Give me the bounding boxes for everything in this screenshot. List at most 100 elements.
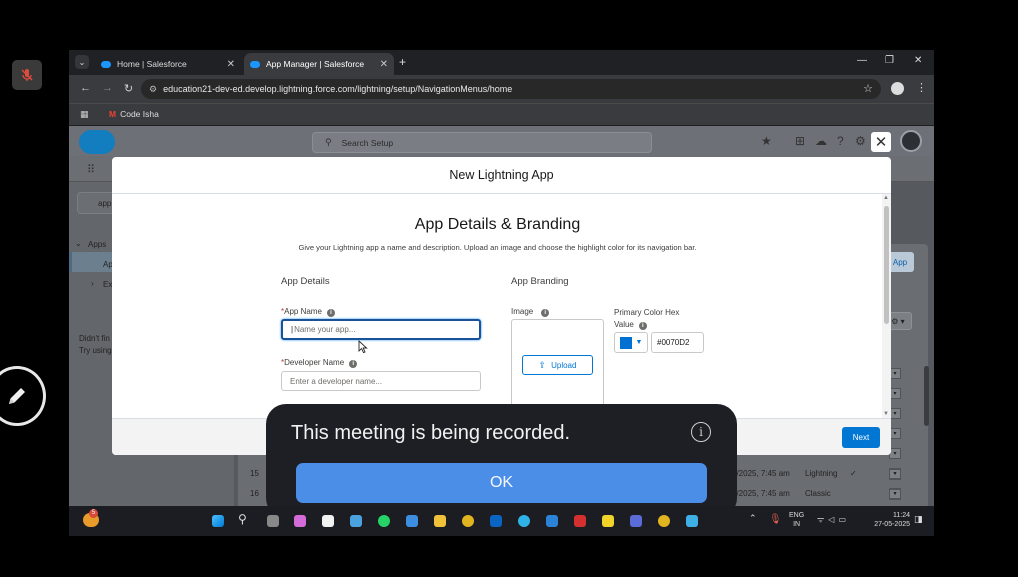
vscode-icon[interactable] [546, 515, 558, 527]
new-tab-button[interactable]: + [399, 55, 406, 69]
site-info-icon[interactable]: ⚙ [149, 84, 157, 95]
setup-search-input[interactable]: ⚲ Search Setup [312, 132, 652, 153]
quick-find-value: app [98, 199, 112, 208]
close-window-icon[interactable]: ✕ [914, 55, 922, 66]
bookmark-star-icon[interactable]: ☆ [863, 82, 873, 95]
back-arrow-icon[interactable]: ← [80, 82, 91, 94]
row-number: 16 [250, 489, 259, 498]
text-cursor: | [291, 325, 294, 334]
edge-icon[interactable] [518, 515, 530, 527]
info-icon[interactable]: i [638, 322, 647, 330]
annotate-pen-button[interactable] [0, 366, 46, 426]
help-question-icon[interactable]: ? [837, 134, 844, 148]
section-title: App Details & Branding [414, 216, 581, 233]
upload-label: Upload [551, 360, 577, 370]
user-avatar[interactable] [900, 130, 922, 152]
system-tray-chevron-icon[interactable]: ⌃ [749, 513, 757, 524]
app-launcher-icon[interactable]: ⠿ [87, 163, 95, 176]
zoom-icon[interactable] [630, 515, 642, 527]
app-icon[interactable] [406, 515, 418, 527]
modal-scrollbar[interactable]: ▲ ▼ [882, 194, 891, 418]
modal-header-title: New Lightning App [112, 157, 891, 194]
developer-name-input[interactable]: Enter a developer name... [281, 371, 481, 391]
color-swatch [619, 336, 632, 349]
section-description: Give your Lightning app a name and descr… [298, 243, 697, 252]
microphone-icon[interactable]: 🎙 [769, 514, 782, 525]
chrome-icon[interactable] [462, 515, 474, 527]
color-picker-button[interactable]: ▼ [614, 332, 648, 353]
page-scrollbar[interactable] [924, 366, 929, 426]
trailhead-icon[interactable]: ☁ [815, 134, 827, 148]
tab-app-manager-salesforce[interactable]: App Manager | Salesforce ✕ [244, 53, 394, 75]
outlook-icon[interactable] [490, 515, 502, 527]
close-tab-icon[interactable]: ✕ [380, 59, 388, 70]
copilot-icon[interactable] [294, 515, 306, 527]
sidebar-item-apps[interactable]: Apps [88, 240, 106, 249]
tab-search-button[interactable]: ⌄ [75, 55, 89, 69]
primary-color-value: #0070D2 [657, 338, 690, 347]
recording-notification: This meeting is being recorded. i OK [266, 404, 737, 518]
row-actions-dropdown[interactable]: ▾ [889, 489, 901, 500]
info-icon[interactable]: i [326, 309, 335, 317]
input-language[interactable]: ENG IN [789, 511, 804, 529]
sticky-notes-icon[interactable] [602, 515, 614, 527]
calendar-app-icon[interactable] [322, 515, 334, 527]
mouse-pointer-icon [358, 340, 368, 354]
task-view-icon[interactable] [267, 515, 279, 527]
file-explorer-icon[interactable] [434, 515, 446, 527]
scroll-down-icon[interactable]: ▼ [883, 411, 889, 417]
close-tab-icon[interactable]: ✕ [227, 59, 235, 70]
profile-avatar-icon[interactable] [891, 82, 904, 95]
bookmark-code-isha[interactable]: M Code Isha [109, 109, 159, 119]
modal-close-button[interactable]: ✕ [871, 132, 891, 152]
modal-body: App Details & Branding Give your Lightni… [112, 194, 883, 418]
search-icon[interactable]: ⚲ [238, 512, 247, 526]
app-branding-heading: App Branding [511, 276, 569, 287]
salesforce-logo-icon[interactable] [79, 130, 115, 154]
sidebar-item-external[interactable]: Ex [103, 280, 112, 289]
setup-gear-icon[interactable]: ⚙ [855, 134, 866, 148]
mic-muted-button[interactable] [12, 60, 42, 90]
row-date: 5/2025, 7:45 am [732, 489, 790, 498]
info-icon[interactable]: i [691, 422, 711, 442]
notifications-icon[interactable]: ◨ [914, 514, 923, 525]
network-volume-battery-icons[interactable]: ᯤ◁▭ [817, 514, 850, 525]
scrollbar-thumb[interactable] [884, 206, 889, 324]
chrome-active-icon[interactable] [658, 515, 670, 527]
pencil-icon [9, 388, 25, 404]
app-icon[interactable] [574, 515, 586, 527]
app-name-input[interactable]: | Name your app... [281, 319, 481, 340]
sf-global-header: ⚲ Search Setup ★ ⊞ ☁ ? ⚙ [69, 126, 934, 156]
upload-button[interactable]: ⇪ Upload [522, 355, 593, 375]
ok-button[interactable]: OK [296, 463, 707, 503]
clock-date: 27-05-2025 [874, 521, 910, 528]
mydesk-app-icon[interactable] [350, 515, 362, 527]
lang-line1: ENG [789, 512, 805, 519]
forward-arrow-icon[interactable]: → [102, 82, 113, 94]
bookmarks-bar: ▦ M Code Isha [69, 103, 934, 125]
favorites-star-icon[interactable]: ★ [761, 134, 772, 148]
didnt-find-text: Didn't fin [79, 334, 110, 343]
taskbar-clock[interactable]: 11:24 27-05-2025 [866, 511, 910, 529]
url-bar[interactable]: ⚙ education21-dev-ed.develop.lightning.f… [141, 79, 881, 99]
app-name-label: *App Name i [281, 307, 335, 317]
row-actions-dropdown[interactable]: ▾ [889, 469, 901, 480]
restore-icon[interactable]: ❐ [885, 55, 894, 66]
screen: ⌄ Home | Salesforce ✕ App Manager | Sale… [0, 0, 1018, 577]
notepad-icon[interactable] [686, 515, 698, 527]
reload-icon[interactable]: ↻ [124, 82, 133, 95]
whatsapp-icon[interactable] [378, 515, 390, 527]
lang-line2: IN [793, 521, 801, 528]
minimize-icon[interactable]: — [857, 55, 867, 66]
browser-menu-icon[interactable]: ⋮ [916, 81, 927, 94]
info-icon[interactable]: i [541, 309, 550, 317]
tab-home-salesforce[interactable]: Home | Salesforce ✕ [95, 53, 241, 75]
info-icon[interactable]: i [349, 360, 358, 368]
scroll-up-icon[interactable]: ▲ [883, 195, 889, 201]
windows-start-icon[interactable] [212, 515, 224, 527]
developer-name-label: *Developer Name i [281, 358, 358, 368]
apps-grid-icon[interactable]: ▦ [80, 109, 89, 120]
next-button[interactable]: Next [842, 427, 880, 448]
global-actions-plus-icon[interactable]: ⊞ [795, 134, 805, 148]
primary-color-hex-input[interactable]: #0070D2 [651, 332, 704, 353]
